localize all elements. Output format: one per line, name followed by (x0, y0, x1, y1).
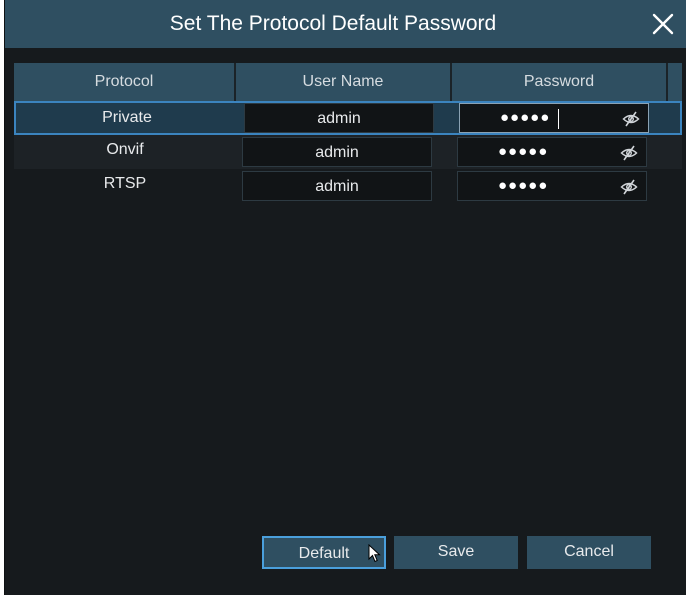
protocol-cell: RTSP (103, 175, 147, 192)
text-caret (558, 109, 559, 129)
table-row[interactable]: Onvif admin ●●●●● (14, 135, 682, 169)
password-field[interactable]: ●●●●● (457, 171, 647, 201)
column-header-protocol: Protocol (14, 63, 236, 101)
column-header-spacer (668, 63, 682, 101)
table-row[interactable]: RTSP admin ●●●●● (14, 169, 682, 203)
table-row[interactable]: Private admin ●●●●● (14, 101, 682, 135)
dialog-title: Set The Protocol Default Password (169, 12, 497, 35)
table-header: Protocol User Name Password (14, 63, 682, 101)
column-header-user-name: User Name (236, 63, 452, 101)
password-field[interactable]: ●●●●● (457, 137, 647, 167)
password-value: ●●●●● (500, 109, 551, 126)
user-name-field[interactable]: admin (244, 103, 434, 133)
column-header-password: Password (452, 63, 668, 101)
dialog-titlebar: Set The Protocol Default Password (5, 0, 686, 48)
cancel-button[interactable]: Cancel (527, 536, 651, 569)
protocol-cell: Onvif (106, 141, 144, 158)
protocol-password-dialog: Set The Protocol Default Password Protoc… (4, 0, 686, 595)
save-button[interactable]: Save (394, 536, 518, 569)
user-name-field[interactable]: admin (242, 137, 432, 167)
close-icon[interactable] (651, 12, 675, 36)
protocol-cell: Private (102, 109, 152, 126)
mouse-pointer-icon (368, 543, 382, 564)
user-name-field[interactable]: admin (242, 171, 432, 201)
protocol-table: Protocol User Name Password Private admi… (14, 63, 682, 523)
password-value: ●●●●● (498, 177, 549, 194)
eye-slash-icon[interactable] (622, 110, 640, 128)
eye-slash-icon[interactable] (620, 178, 638, 196)
password-field[interactable]: ●●●●● (459, 103, 649, 133)
password-value: ●●●●● (498, 143, 549, 160)
eye-slash-icon[interactable] (620, 144, 638, 162)
